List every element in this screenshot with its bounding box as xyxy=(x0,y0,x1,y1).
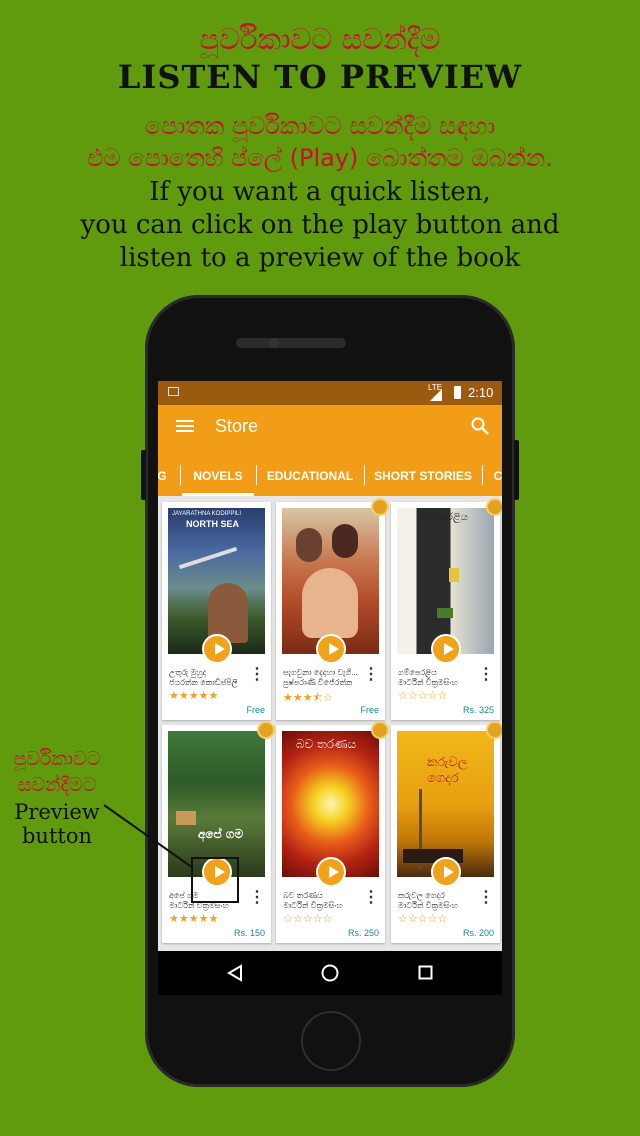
tab-short-stories[interactable]: SHORT STORIES xyxy=(366,448,480,496)
home-icon[interactable] xyxy=(320,963,340,983)
book-card[interactable]: බව තරණය බව තරණය මාර්ටින් වික්‍රමසිංහ ⋮ ☆… xyxy=(276,721,389,943)
category-tabs: G NOVELS EDUCATIONAL SHORT STORIES C xyxy=(158,448,502,496)
signal-icon xyxy=(430,389,442,401)
book-card[interactable]: JAYARATHNA KODIPPILI NORTH SEA උතුරු මුහ… xyxy=(162,502,271,720)
award-ribbon-icon xyxy=(486,721,502,739)
preview-play-button[interactable] xyxy=(202,634,232,664)
english-description-line-3: listen to a preview of the book xyxy=(119,243,521,273)
star-rating: ★★★⯪☆ xyxy=(283,692,333,704)
preview-play-button[interactable] xyxy=(431,857,461,887)
book-title: බව තරණය xyxy=(283,891,323,900)
book-author: ජයරත්න කොඩිප්පිලි xyxy=(169,678,238,687)
search-icon[interactable] xyxy=(470,416,490,436)
tab-educational[interactable]: EDUCATIONAL xyxy=(258,448,362,496)
app-bar-title: Store xyxy=(215,416,259,436)
english-title: LISTEN TO PREVIEW xyxy=(117,58,523,96)
phone-camera xyxy=(269,338,279,348)
preview-play-button[interactable] xyxy=(431,634,461,664)
book-price: Free xyxy=(246,705,265,715)
award-ribbon-icon xyxy=(486,498,502,516)
book-card[interactable]: කරුවල ගෙදර කරුවල ගෙදර මාර්ටින් වික්‍රමසි… xyxy=(391,721,502,943)
book-author: මාර්ටින් වික්‍රමසිංහ xyxy=(398,678,458,687)
english-description-line-2: you can click on the play button and xyxy=(80,210,560,240)
book-author: පුෂ්පරාණි විජේරත්න xyxy=(283,678,353,687)
star-rating: ☆☆☆☆☆ xyxy=(398,690,448,702)
android-nav-bar xyxy=(158,951,502,995)
tab-novels[interactable]: NOVELS xyxy=(182,448,254,496)
sinhala-description-line-2: එම පොතෙහි ප්ලේ (Play) බොත්තම ඔබන්න. xyxy=(87,144,553,172)
preview-button-highlight xyxy=(191,857,239,903)
book-card[interactable]: අපේ ගම අපේ ගම මාර්ටින් වික්‍රමසිංහ ⋮ ★★★… xyxy=(162,721,275,943)
book-price: Rs. 325 xyxy=(462,705,494,715)
book-cover[interactable] xyxy=(282,508,379,654)
phone-volume-button xyxy=(141,450,146,500)
more-options-icon[interactable]: ⋮ xyxy=(249,890,265,906)
phone-speaker xyxy=(236,338,346,348)
book-title: කරුවල ගෙදර xyxy=(398,891,445,900)
tab-partial-left[interactable]: G xyxy=(158,448,168,496)
star-rating: ★★★★★ xyxy=(169,690,219,702)
preview-play-button[interactable] xyxy=(316,857,346,887)
book-author: මාර්ටින් වික්‍රමසිංහ xyxy=(283,901,343,910)
book-card[interactable]: ගම්පෙරළිය ගම්පෙරළිය මාර්ටින් වික්‍රමසිංහ… xyxy=(391,498,502,720)
book-price: Rs. 150 xyxy=(233,928,265,938)
app-bar: Store xyxy=(158,405,502,448)
star-rating: ★★★★★ xyxy=(169,913,219,925)
book-price: Free xyxy=(360,705,379,715)
image-notification-icon xyxy=(168,387,179,396)
book-cover[interactable]: JAYARATHNA KODIPPILI NORTH SEA xyxy=(168,508,265,654)
annotation-english-line-1: Preview xyxy=(14,800,100,824)
book-author: මාර්ටින් වික්‍රමසිංහ xyxy=(398,901,458,910)
back-icon[interactable] xyxy=(226,964,244,982)
award-ribbon-icon xyxy=(257,721,275,739)
book-price: Rs. 250 xyxy=(347,928,379,938)
more-options-icon[interactable]: ⋮ xyxy=(363,890,379,906)
cover-title-text: NORTH SEA xyxy=(186,519,240,529)
star-rating: ☆☆☆☆☆ xyxy=(283,913,333,925)
english-description: If you want a quick listen, you can clic… xyxy=(0,176,640,275)
annotation-label: පූර්විකාවට සවන්දීමට Preview button xyxy=(0,748,114,848)
more-options-icon[interactable]: ⋮ xyxy=(363,667,379,683)
sinhala-title: පූර්විකාවට සවන්දීම xyxy=(199,22,441,56)
more-options-icon[interactable]: ⋮ xyxy=(478,890,494,906)
book-cover[interactable]: කරුවල ගෙදර xyxy=(397,731,494,877)
more-options-icon[interactable]: ⋮ xyxy=(478,667,494,683)
award-ribbon-icon xyxy=(371,721,389,739)
annotation-sinhala-line-2: සවන්දීමට xyxy=(17,774,97,796)
book-price: Rs. 200 xyxy=(462,928,494,938)
phone-home-button xyxy=(301,1011,361,1071)
more-options-icon[interactable]: ⋮ xyxy=(249,667,265,683)
battery-icon xyxy=(454,386,461,399)
book-cover[interactable]: ගම්පෙරළිය xyxy=(397,508,494,654)
book-cover[interactable]: බව තරණය xyxy=(282,731,379,877)
phone-power-button xyxy=(514,440,519,500)
cover-title-text: කරුවල ගෙදර xyxy=(427,755,468,786)
annotation-sinhala-line-1: පූර්විකාවට xyxy=(13,748,101,770)
cover-title-text: බව තරණය xyxy=(296,737,357,751)
book-title: සැගවුනා දෙදහා වැගි... xyxy=(283,668,358,677)
annotation-english-line-2: button xyxy=(21,824,92,848)
book-title: උතුරු මුහුද xyxy=(169,668,207,677)
star-rating: ☆☆☆☆☆ xyxy=(398,913,448,925)
status-time: 2:10 xyxy=(468,385,494,400)
award-ribbon-icon xyxy=(371,498,389,516)
cover-title-text: අපේ ගම xyxy=(198,827,244,841)
sinhala-description-line-1: පොතක පූර්විකාවට සවන්දීම සඳහා xyxy=(144,112,496,140)
hamburger-icon[interactable] xyxy=(176,420,194,433)
english-description-line-1: If you want a quick listen, xyxy=(149,177,491,207)
tab-partial-right[interactable]: C xyxy=(492,448,502,496)
book-cover[interactable]: අපේ ගම xyxy=(168,731,265,877)
cover-author-text: JAYARATHNA KODIPPILI xyxy=(172,511,242,517)
book-card[interactable]: සැගවුනා දෙදහා වැගි... පුෂ්පරාණි විජේරත්න… xyxy=(276,498,389,720)
status-bar: LTE 2:10 xyxy=(158,381,502,405)
book-title: ගම්පෙරළිය xyxy=(398,668,438,677)
cover-title-text: ගම්පෙරළිය xyxy=(419,512,468,523)
preview-play-button[interactable] xyxy=(316,634,346,664)
recents-icon[interactable] xyxy=(418,965,434,981)
